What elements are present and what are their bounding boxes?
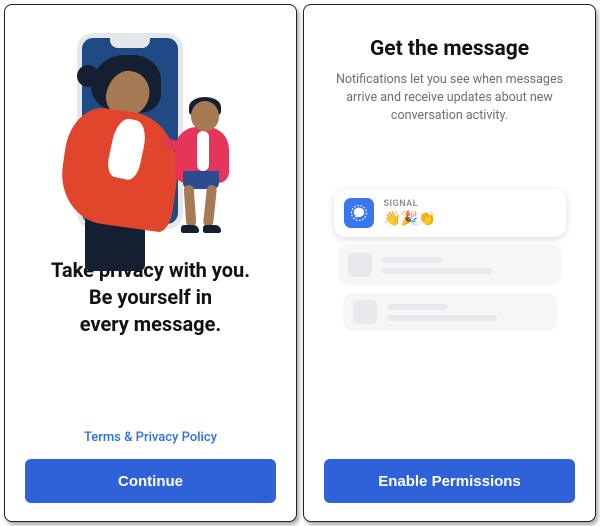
onboarding-privacy-screen: Take privacy with you. Be yourself in ev… xyxy=(4,4,297,522)
terms-privacy-link[interactable]: Terms & Privacy Policy xyxy=(84,430,217,445)
signal-app-icon xyxy=(344,198,374,228)
continue-button[interactable]: Continue xyxy=(25,459,276,503)
notification-app-name: SIGNAL xyxy=(384,199,436,209)
privacy-illustration xyxy=(51,27,251,237)
child-figure-icon xyxy=(181,101,261,241)
notifications-title: Get the message xyxy=(370,37,529,61)
enable-permissions-button[interactable]: Enable Permissions xyxy=(324,459,575,503)
notification-placeholder xyxy=(338,245,562,285)
notification-preview-stack: SIGNAL 👋🎉👏 xyxy=(324,189,575,331)
notification-placeholder xyxy=(343,293,557,331)
notifications-subtitle: Notifications let you see when messages … xyxy=(324,71,575,125)
notification-body: 👋🎉👏 xyxy=(384,211,436,227)
privacy-headline: Take privacy with you. Be yourself in ev… xyxy=(45,257,256,338)
onboarding-notifications-screen: Get the message Notifications let you se… xyxy=(303,4,596,522)
adult-figure-icon xyxy=(33,61,183,241)
notification-card: SIGNAL 👋🎉👏 xyxy=(334,189,566,237)
